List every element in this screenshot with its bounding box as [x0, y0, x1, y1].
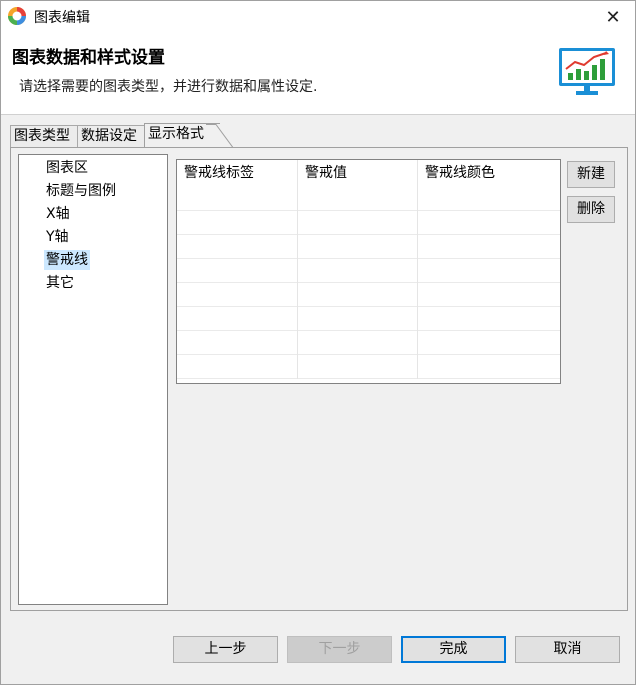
title-bar: 图表编辑 ✕: [1, 1, 635, 33]
next-button[interactable]: 下一步: [287, 636, 392, 663]
window-title: 图表编辑: [34, 10, 90, 26]
table-row[interactable]: [177, 211, 560, 235]
table-header: 警戒线标签 警戒值 警戒线颜色: [177, 160, 560, 187]
table-row[interactable]: [177, 187, 560, 211]
new-button[interactable]: 新建: [567, 161, 615, 188]
tree-item-x-axis[interactable]: X轴: [44, 204, 72, 224]
tree-item-other[interactable]: 其它: [44, 273, 76, 293]
cancel-button[interactable]: 取消: [515, 636, 620, 663]
delete-button[interactable]: 删除: [567, 196, 615, 223]
previous-button[interactable]: 上一步: [173, 636, 278, 663]
table-row[interactable]: [177, 355, 560, 379]
tree-item-chart-area[interactable]: 图表区: [44, 158, 90, 178]
banner-title: 图表数据和样式设置: [12, 48, 165, 68]
tab-data-settings[interactable]: 数据设定: [77, 125, 145, 147]
table-row[interactable]: [177, 331, 560, 355]
format-category-tree: 图表区 标题与图例 X轴 Y轴 警戒线 其它: [18, 154, 168, 605]
app-logo-icon: [8, 7, 26, 25]
column-header-color[interactable]: 警戒线颜色: [418, 160, 560, 187]
tab-chart-type[interactable]: 图表类型: [10, 125, 78, 147]
table-row[interactable]: [177, 235, 560, 259]
banner-description: 请选择需要的图表类型，并进行数据和属性设定.: [19, 79, 318, 95]
tab-label: 图表类型: [14, 128, 70, 144]
table-row[interactable]: [177, 307, 560, 331]
close-icon: ✕: [605, 6, 621, 28]
column-header-label[interactable]: 警戒线标签: [177, 160, 298, 187]
chart-monitor-icon: [559, 48, 615, 95]
table-row[interactable]: [177, 259, 560, 283]
column-header-value[interactable]: 警戒值: [298, 160, 418, 187]
tab-display-format[interactable]: 显示格式: [144, 123, 234, 149]
tree-item-y-axis[interactable]: Y轴: [44, 227, 71, 247]
tab-label: 数据设定: [81, 128, 137, 144]
chart-edit-dialog: 图表编辑 ✕ 图表数据和样式设置 请选择需要的图表类型，并进行数据和属性设定. …: [0, 0, 636, 685]
table-row[interactable]: [177, 283, 560, 307]
close-button[interactable]: ✕: [591, 1, 635, 33]
header-banner: 图表数据和样式设置 请选择需要的图表类型，并进行数据和属性设定.: [1, 33, 635, 115]
tab-content-panel: 图表区 标题与图例 X轴 Y轴 警戒线 其它 警戒线标签 警戒值 警戒线颜色 新…: [10, 147, 628, 611]
tab-slope: [206, 124, 234, 149]
warning-line-table: 警戒线标签 警戒值 警戒线颜色: [176, 159, 561, 384]
tree-item-title-legend[interactable]: 标题与图例: [44, 181, 118, 201]
tree-item-warning-line[interactable]: 警戒线: [44, 250, 90, 270]
tab-label: 显示格式: [148, 126, 204, 142]
finish-button[interactable]: 完成: [401, 636, 506, 663]
